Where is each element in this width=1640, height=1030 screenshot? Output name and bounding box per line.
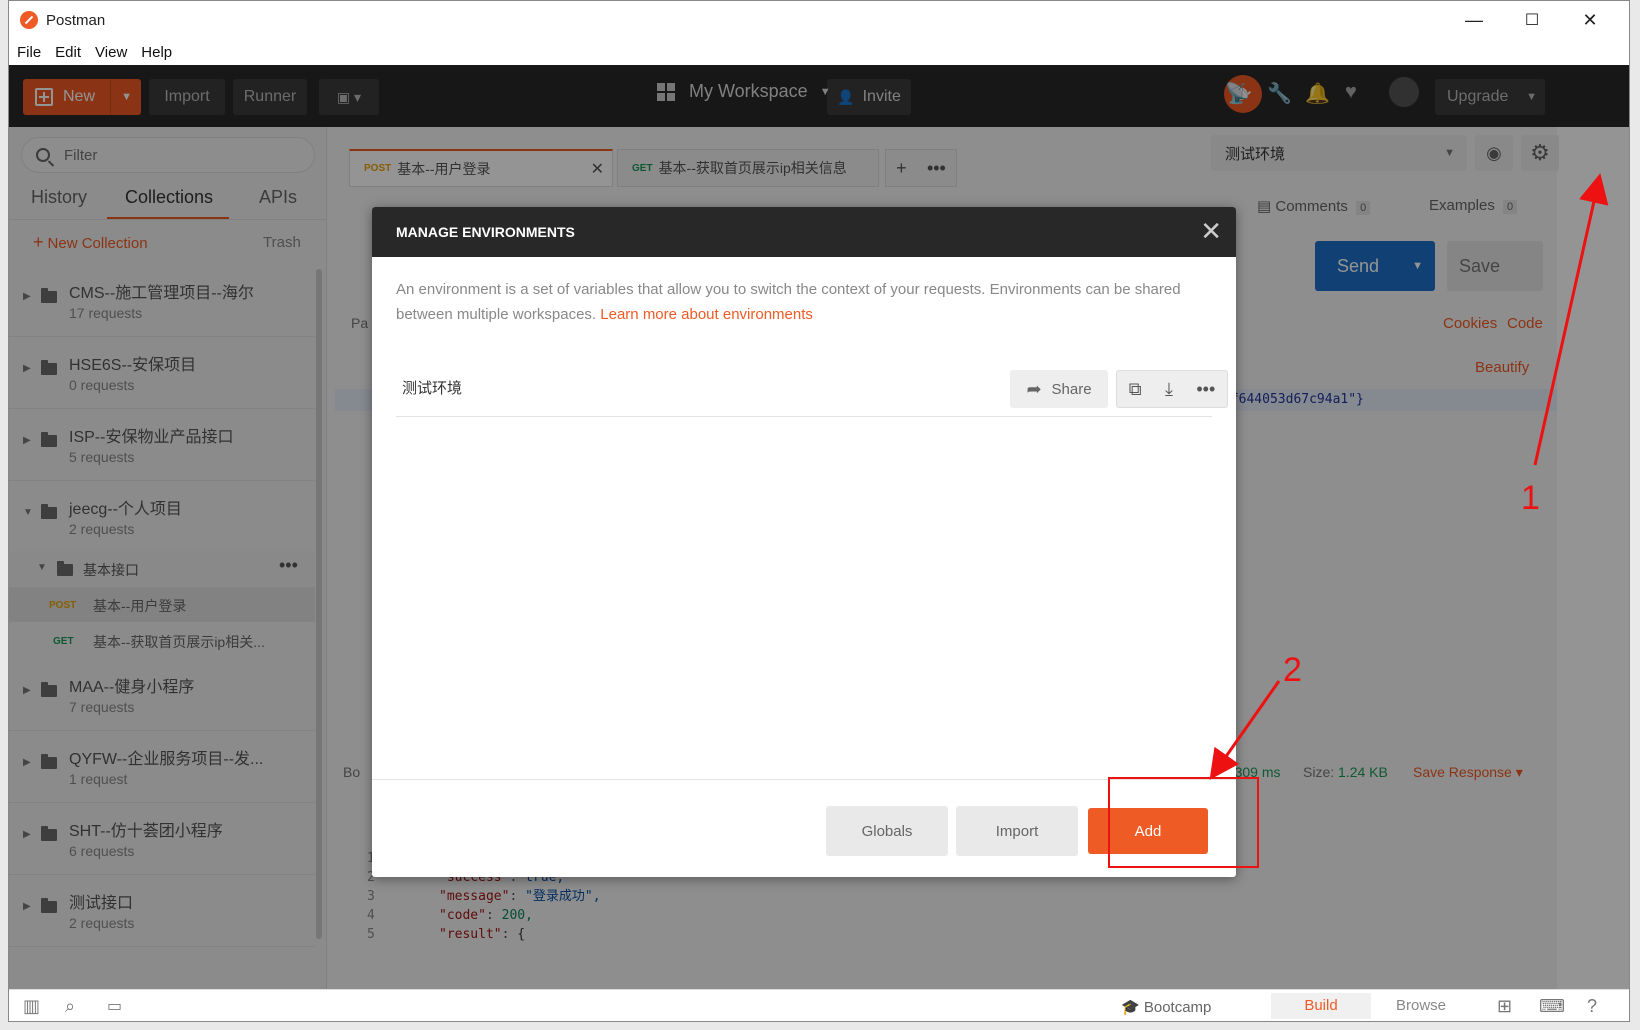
annotation-arrows — [1209, 173, 1609, 780]
annotation-arrow-1 — [1533, 173, 1609, 466]
annotation-arrow-2 — [1209, 680, 1281, 780]
postman-window: Postman — ☐ ✕ File Edit View Help New ▼ … — [8, 0, 1630, 1022]
